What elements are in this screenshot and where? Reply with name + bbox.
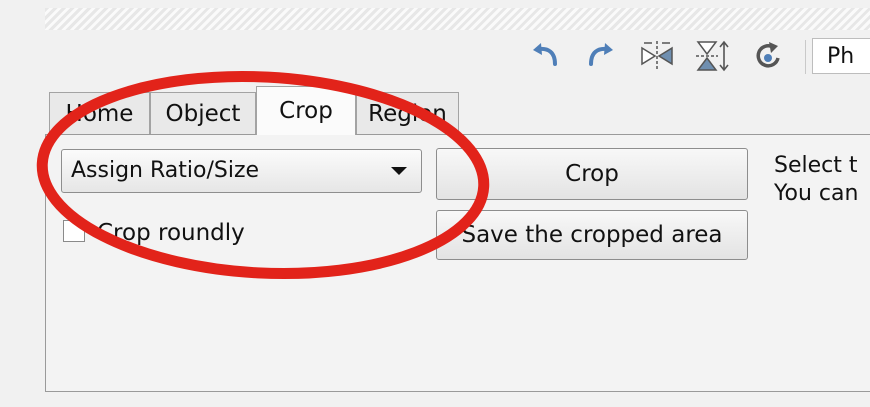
toolbar-dropdown[interactable]: Ph [812, 38, 870, 74]
tab-crop[interactable]: Crop [256, 86, 356, 135]
crop-roundly-label: Crop roundly [97, 220, 245, 246]
crop-roundly-checkbox[interactable] [63, 220, 85, 242]
ratio-size-select[interactable]: Assign Ratio/Size [61, 149, 422, 193]
tab-home[interactable]: Home [49, 92, 150, 134]
toolbar: Ph [525, 36, 870, 76]
undo-icon[interactable] [527, 36, 563, 76]
flip-vertical-icon[interactable] [695, 36, 731, 76]
rotate-icon[interactable] [751, 36, 787, 76]
redo-icon[interactable] [583, 36, 619, 76]
crop-instructions-line-2: You can [774, 181, 859, 206]
tab-object-label: Object [165, 101, 241, 127]
crop-instructions: Select t You can [774, 152, 858, 208]
tab-crop-label: Crop [279, 98, 333, 124]
chevron-down-icon [391, 167, 407, 175]
tab-home-label: Home [65, 101, 134, 127]
ratio-size-select-value: Assign Ratio/Size [71, 158, 260, 183]
tab-object[interactable]: Object [150, 92, 256, 134]
tab-region-label: Region [368, 101, 447, 127]
title-strip [45, 8, 870, 30]
crop-instructions-line-1: Select t [774, 153, 858, 178]
toolbar-dropdown-label: Ph [827, 44, 855, 69]
save-cropped-area-label: Save the cropped area [461, 222, 723, 248]
crop-button[interactable]: Crop [436, 148, 748, 200]
tab-region[interactable]: Region [356, 92, 459, 134]
save-cropped-area-button[interactable]: Save the cropped area [436, 210, 748, 260]
toolbar-separator [805, 40, 806, 74]
flip-horizontal-icon[interactable] [639, 36, 675, 76]
crop-button-label: Crop [565, 161, 619, 187]
